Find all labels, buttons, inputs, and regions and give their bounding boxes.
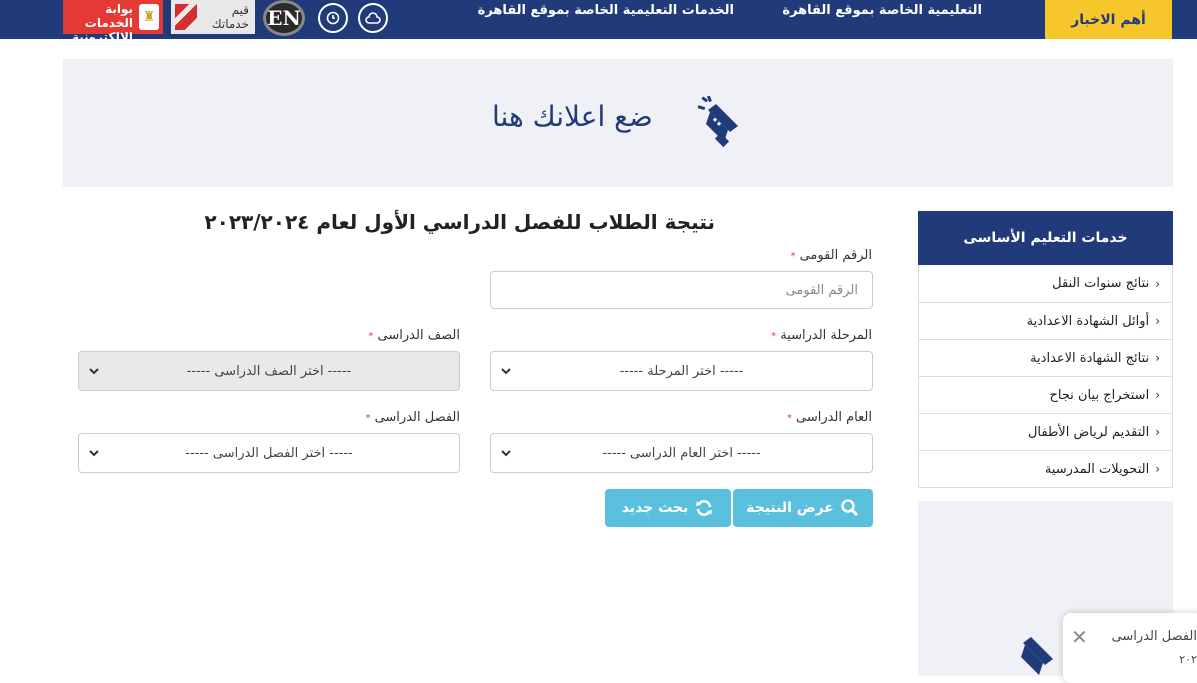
sidebar-item-success-certificate[interactable]: ‹ استخراج بيان نجاح [919, 376, 1172, 413]
sidebar-item-school-transfers[interactable]: ‹ التحويلات المدرسية [919, 450, 1172, 487]
chevron-down-icon [89, 368, 99, 375]
sidebar-menu: ‹ نتائج سنوات النقل ‹ أوائل الشهادة الاع… [918, 265, 1173, 488]
qeem-logo-text: قيم خدماتك [211, 3, 249, 31]
sidebar-item-label: التقديم لرياض الأطفال [1027, 424, 1150, 440]
notification-popup: ✕ الفصل الدراسى ٢٠٢ [1063, 613, 1197, 683]
sidebar-item-label: استخراج بيان نجاح [1049, 387, 1150, 403]
chevron-down-icon [501, 450, 511, 457]
chevron-down-icon [501, 368, 511, 375]
chevron-left-icon: ‹ [1155, 462, 1160, 476]
cloud-icon[interactable] [358, 3, 388, 33]
grade-label: الصف الدراسى * [368, 328, 460, 343]
stage-label: المرحلة الدراسية * [771, 328, 872, 343]
show-result-label: عرض النتيجة [746, 500, 834, 516]
egypt-portal-logo[interactable]: بوابة الخدمات الإلكترونية ♜ [63, 0, 163, 44]
qeem-mark-icon [175, 4, 197, 30]
required-mark: * [368, 331, 374, 342]
grade-label-text: الصف الدراسى [377, 328, 460, 343]
eagle-emblem-icon: ♜ [139, 4, 159, 30]
sidebar-item-prep-top-students[interactable]: ‹ أوائل الشهادة الاعدادية [919, 302, 1172, 339]
national-id-label: الرقم القومى * [790, 248, 872, 263]
required-mark: * [365, 413, 371, 424]
nav-link-services[interactable]: التعليمية الخاصة بموقع القاهرة [782, 3, 982, 18]
term-select-value: ----- اختر الفصل الدراسى ----- [185, 445, 353, 461]
chevron-left-icon: ‹ [1155, 425, 1160, 439]
popup-subtext: ٢٠٢ [1179, 653, 1197, 666]
sidebar-item-transfer-results[interactable]: ‹ نتائج سنوات النقل [919, 265, 1172, 302]
search-icon [841, 499, 858, 517]
required-mark: * [771, 331, 777, 342]
sidebar-item-label: نتائج الشهادة الاعدادية [1030, 350, 1150, 366]
chevron-left-icon: ‹ [1155, 388, 1160, 402]
year-label: العام الدراسى * [787, 410, 872, 425]
term-label-text: الفصل الدراسى [374, 410, 460, 425]
term-select[interactable]: ----- اختر الفصل الدراسى ----- [78, 433, 460, 473]
nav-link-educational-services[interactable]: الخدمات التعليمية الخاصة بموقع القاهرة [478, 3, 734, 18]
required-mark: * [790, 251, 796, 262]
sidebar-item-label: أوائل الشهادة الاعدادية [1026, 313, 1150, 329]
sidebar-item-kindergarten[interactable]: ‹ التقديم لرياض الأطفال [919, 413, 1172, 450]
close-icon[interactable]: ✕ [1071, 625, 1088, 649]
ad-banner-text: ضع اعلانك هنا [492, 100, 653, 133]
chevron-left-icon: ‹ [1155, 276, 1160, 291]
national-id-placeholder: الرقم القومى [785, 282, 858, 298]
new-search-button[interactable]: بحث جديد [605, 489, 731, 527]
required-mark: * [786, 413, 792, 424]
sidebar-item-label: نتائج سنوات النقل [1052, 276, 1150, 291]
page-title: نتيجة الطلاب للفصل الدراسي الأول لعام ٢٠… [204, 210, 715, 234]
portal-logo-text: بوابة الخدمات الإلكترونية [71, 2, 133, 44]
chevron-left-icon: ‹ [1155, 314, 1160, 328]
chevron-down-icon [89, 450, 99, 457]
sidebar-item-label: التحويلات المدرسية [1044, 461, 1150, 477]
grade-select[interactable]: ----- اختر الصف الدراسى ----- [78, 351, 460, 391]
sidebar-item-prep-results[interactable]: ‹ نتائج الشهادة الاعدادية [919, 339, 1172, 376]
megaphone-icon [698, 96, 738, 148]
national-id-label-text: الرقم القومى [799, 248, 872, 263]
chevron-left-icon: ‹ [1155, 351, 1160, 365]
refresh-icon [696, 500, 713, 516]
year-select[interactable]: ----- اختر العام الدراسى ----- [490, 433, 873, 473]
year-label-text: العام الدراسى [795, 410, 872, 425]
top-navbar: أهم الاخبار التعليمية الخاصة بموقع القاه… [0, 0, 1197, 44]
megaphone-icon [1021, 637, 1053, 675]
show-result-button[interactable]: عرض النتيجة [733, 489, 873, 527]
sidebar-title: خدمات التعليم الأساسى [918, 211, 1173, 265]
new-search-label: بحث جديد [621, 500, 689, 516]
clock-icon[interactable] [318, 3, 348, 33]
qeem-khadamatak-logo[interactable]: قيم خدماتك [171, 0, 255, 34]
top-news-button[interactable]: أهم الاخبار [1045, 0, 1172, 39]
grade-select-value: ----- اختر الصف الدراسى ----- [186, 363, 352, 379]
national-id-input[interactable]: الرقم القومى [490, 271, 873, 309]
stage-select-value: ----- اختر المرحلة ----- [619, 363, 744, 379]
popup-text: الفصل الدراسى [1111, 629, 1197, 644]
en-language-logo[interactable]: EN [263, 0, 305, 36]
term-label: الفصل الدراسى * [365, 410, 460, 425]
year-select-value: ----- اختر العام الدراسى ----- [602, 445, 761, 461]
stage-select[interactable]: ----- اختر المرحلة ----- [490, 351, 873, 391]
stage-label-text: المرحلة الدراسية [780, 328, 872, 343]
